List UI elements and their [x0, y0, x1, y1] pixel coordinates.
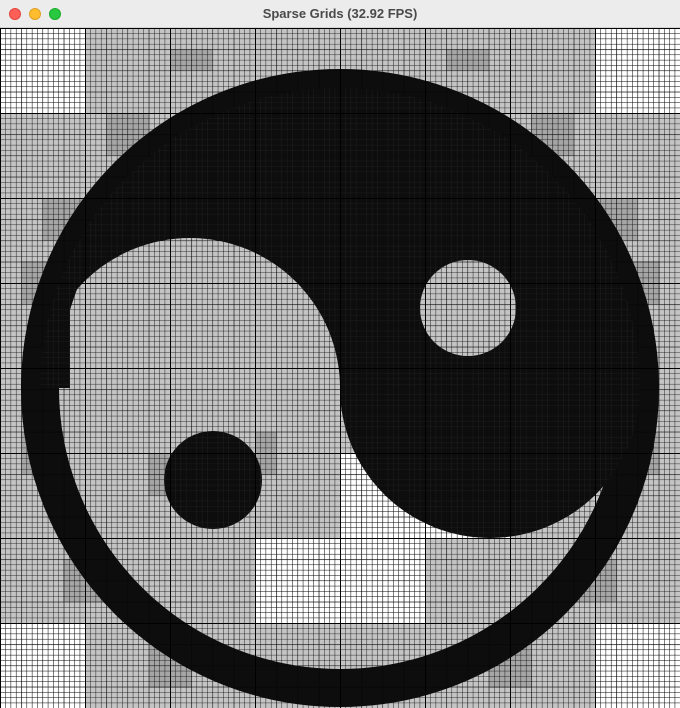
- title-bar[interactable]: Sparse Grids (32.92 FPS): [0, 0, 680, 28]
- block-grid-lines: [0, 28, 680, 708]
- sparse-grid-canvas: [0, 28, 680, 708]
- app-window: Sparse Grids (32.92 FPS): [0, 0, 680, 708]
- render-viewport[interactable]: [0, 28, 680, 708]
- window-title: Sparse Grids (32.92 FPS): [262, 6, 418, 21]
